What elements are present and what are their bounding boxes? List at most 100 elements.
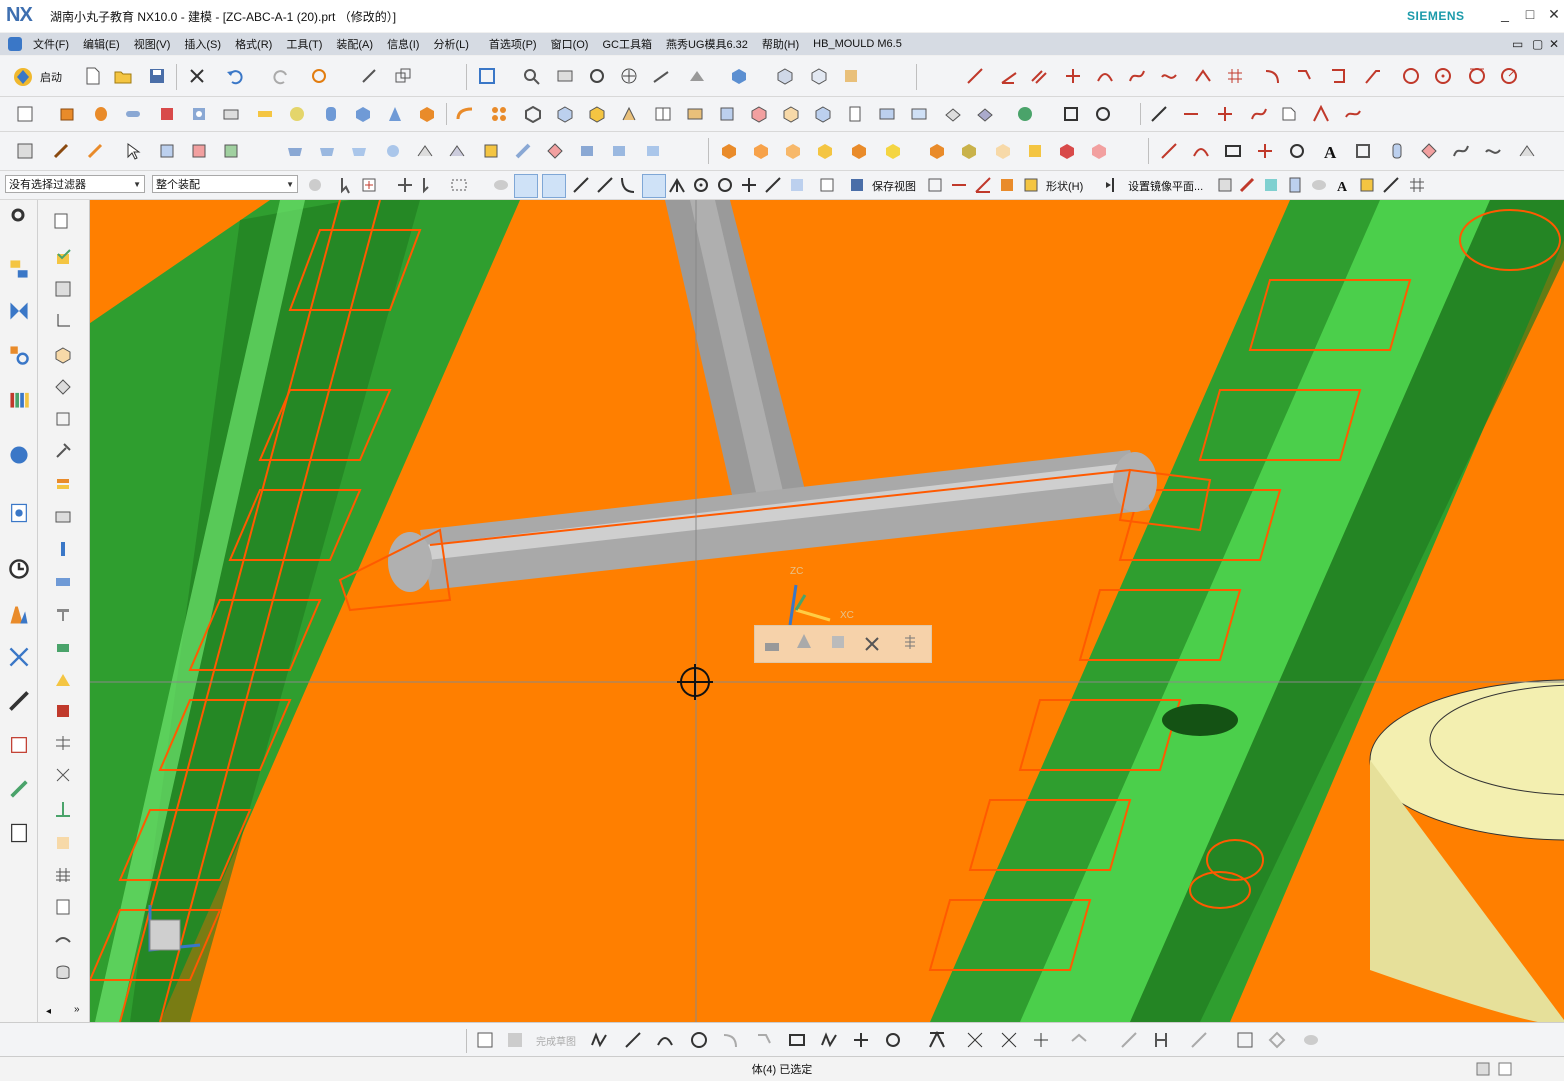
process-studio-icon[interactable] [8, 646, 30, 668]
studio-surface-icon[interactable] [416, 142, 434, 160]
sew-icon[interactable] [976, 105, 994, 123]
through-curves-icon[interactable] [318, 142, 336, 160]
edit-section-icon[interactable] [842, 67, 860, 85]
save-view-label[interactable]: 保存视图 [872, 178, 916, 194]
sketch-auto-constrain-icon[interactable] [1268, 1031, 1286, 1049]
mold-csys-icon[interactable] [720, 142, 738, 160]
sketch-offset-icon[interactable] [884, 1031, 902, 1049]
display-mode-icon[interactable] [1216, 176, 1234, 194]
new-file-icon[interactable] [84, 67, 102, 85]
part-list-icon[interactable] [52, 212, 70, 230]
fit-view-icon[interactable] [478, 67, 496, 85]
workpiece-icon[interactable] [784, 142, 802, 160]
fullscreen-icon[interactable] [1496, 1060, 1514, 1078]
csys-icon[interactable] [54, 312, 72, 330]
reuse-library-icon[interactable] [8, 388, 30, 410]
extend-curve-icon[interactable] [1364, 67, 1382, 85]
annotation-icon[interactable]: A [1334, 176, 1352, 194]
settings-gear-icon[interactable] [9, 206, 27, 224]
roles-icon[interactable] [8, 734, 30, 756]
circle-center-icon[interactable] [1434, 67, 1452, 85]
cone-icon[interactable] [386, 105, 404, 123]
offset-face-icon[interactable] [588, 105, 606, 123]
law-extension-icon[interactable] [578, 142, 596, 160]
rail-expand-icon[interactable]: » [74, 1004, 80, 1015]
shrinkage-icon[interactable] [752, 142, 770, 160]
repeat-command-icon[interactable] [310, 67, 328, 85]
menu-help[interactable]: 帮助(H) [755, 36, 806, 52]
surface-patch-icon[interactable] [54, 378, 72, 396]
convert-tool-icon[interactable] [1518, 142, 1536, 160]
color-icon[interactable] [1238, 176, 1256, 194]
ruled-icon[interactable] [610, 142, 628, 160]
bridge-curve-icon[interactable] [1216, 105, 1234, 123]
text-curve-icon[interactable] [1280, 105, 1298, 123]
helix-icon[interactable] [1250, 105, 1268, 123]
sync-offset-icon[interactable] [1062, 105, 1080, 123]
select-cursor-icon[interactable] [124, 142, 142, 160]
clock-icon[interactable] [8, 558, 30, 580]
mirror-plane-label[interactable]: 设置镜像平面... [1128, 178, 1203, 194]
shape-icon[interactable] [1022, 176, 1040, 194]
finish-sketch-icon[interactable] [506, 1031, 524, 1049]
n-sided-surface-icon[interactable] [448, 142, 466, 160]
snap-curve-icon[interactable] [618, 176, 636, 194]
menu-analysis[interactable]: 分析(L) [426, 36, 475, 52]
rotate-icon[interactable] [588, 67, 606, 85]
gate-icon[interactable] [54, 638, 72, 656]
manufacturing-wizard-icon[interactable] [8, 690, 30, 712]
sketch-dimension-icon[interactable] [1152, 1031, 1170, 1049]
suppress-icon[interactable] [829, 633, 847, 651]
menu-yanxiu-mold[interactable]: 燕秀UG模具6.32 [659, 36, 755, 52]
standard-part-icon[interactable] [994, 142, 1012, 160]
unite-icon[interactable] [418, 105, 436, 123]
trimetric-view-icon[interactable] [776, 67, 794, 85]
shape-menu-label[interactable]: 形状(H) [1046, 178, 1083, 194]
pattern-icon[interactable] [490, 105, 508, 123]
hide-icon[interactable] [901, 633, 919, 651]
general-selection-icon[interactable] [306, 176, 324, 194]
measure-distance-icon[interactable] [950, 176, 968, 194]
sphere-icon[interactable] [288, 105, 306, 123]
sketch-chamfer-icon[interactable] [756, 1031, 774, 1049]
datum-axis-icon[interactable] [878, 105, 896, 123]
datum-plane-icon[interactable] [846, 105, 864, 123]
hd3d-tools-icon[interactable] [8, 822, 30, 844]
trim-body-icon[interactable] [718, 105, 736, 123]
arc-line-icon[interactable] [1096, 67, 1114, 85]
shell-icon[interactable] [524, 105, 542, 123]
spline-icon[interactable] [1128, 67, 1146, 85]
edit-with-rollback-icon[interactable] [795, 632, 813, 650]
menu-view[interactable]: 视图(V) [127, 36, 178, 52]
select-solid-toggle[interactable] [514, 174, 538, 198]
save-view-icon[interactable] [848, 176, 866, 194]
history-icon[interactable] [8, 502, 30, 524]
select-face-icon[interactable] [158, 142, 176, 160]
web-browser-icon[interactable] [8, 444, 30, 466]
draft-icon[interactable] [556, 105, 574, 123]
offset-surface-icon[interactable] [644, 142, 662, 160]
select-region-icon[interactable] [222, 142, 240, 160]
replace-face-icon[interactable] [620, 105, 638, 123]
offset-tool-icon[interactable] [1288, 142, 1306, 160]
sync-move-face-icon[interactable] [1016, 105, 1034, 123]
slider-icon[interactable] [54, 572, 72, 590]
menu-edit[interactable]: 编辑(E) [76, 36, 127, 52]
nx5-block-icon[interactable] [158, 105, 176, 123]
grid-curve-icon[interactable] [1226, 67, 1244, 85]
parallel-line-icon[interactable] [1030, 67, 1048, 85]
pan-icon[interactable] [620, 67, 638, 85]
lifter-icon[interactable] [54, 606, 72, 624]
slot-icon[interactable] [256, 105, 274, 123]
menu-file[interactable]: 文件(F) [26, 36, 76, 52]
edit-parameters-icon[interactable] [763, 635, 781, 653]
selection-scope-dropdown[interactable]: 整个装配 ▼ [152, 175, 298, 193]
tube-icon[interactable] [124, 105, 142, 123]
fillet-curve-icon[interactable] [1264, 67, 1282, 85]
zoom-window-icon[interactable] [556, 67, 574, 85]
cooling-icon[interactable] [54, 670, 72, 688]
mold-base-icon[interactable] [960, 142, 978, 160]
menu-info[interactable]: 信息(I) [380, 36, 426, 52]
intersect-line-icon[interactable] [1064, 67, 1082, 85]
orient-view-icon[interactable] [818, 176, 836, 194]
